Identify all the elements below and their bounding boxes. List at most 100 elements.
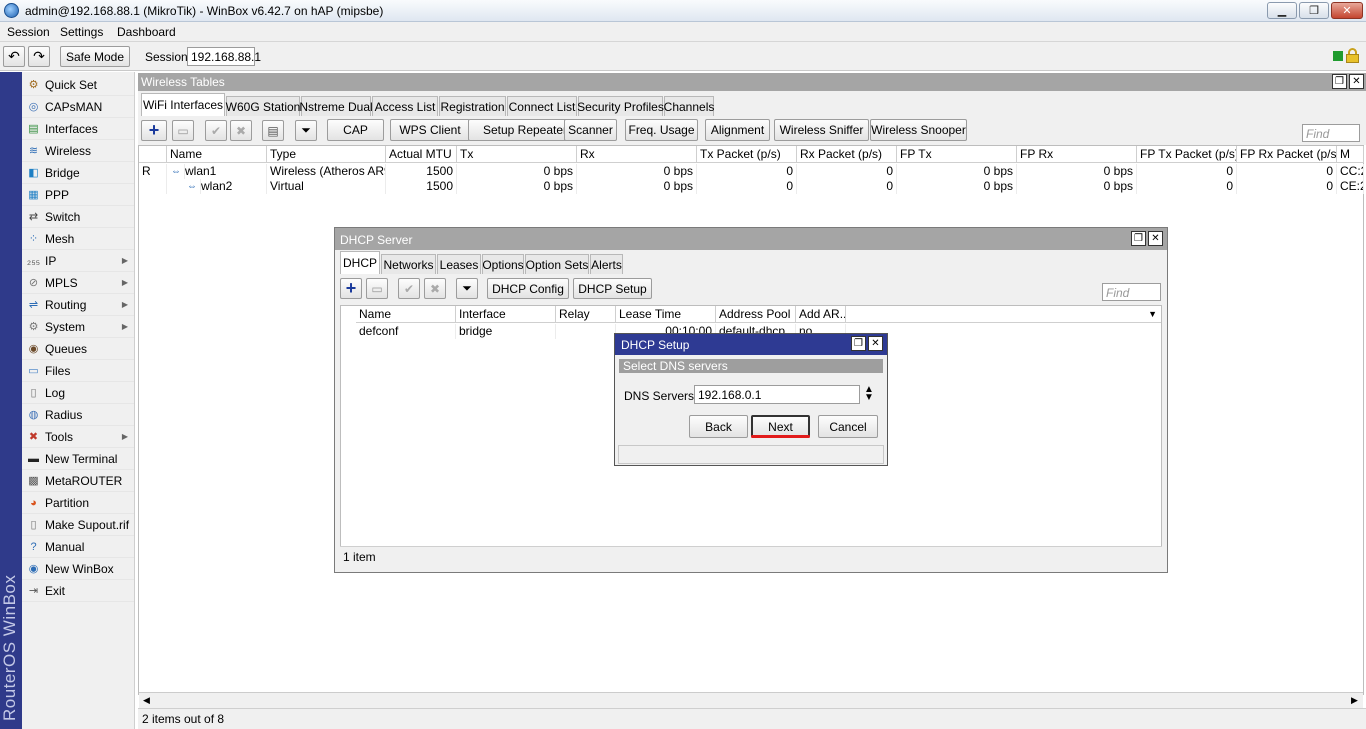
- dhcp-column-add-ar-[interactable]: Add AR...: [796, 306, 846, 323]
- column-header-flag[interactable]: [139, 146, 167, 163]
- column-header-fp-tx[interactable]: FP Tx: [897, 146, 1017, 163]
- back-button[interactable]: Back: [689, 415, 748, 438]
- alignment-button[interactable]: Alignment: [705, 119, 770, 141]
- table-cell[interactable]: defconf: [356, 324, 456, 339]
- scroll-left-icon[interactable]: ◀: [143, 695, 150, 706]
- sidebar-item-partition[interactable]: ◕ Partition: [22, 492, 134, 514]
- dhcp-tab-dhcp[interactable]: DHCP: [340, 251, 380, 274]
- column-header-name[interactable]: Name: [167, 146, 267, 163]
- scanner-button[interactable]: Scanner: [564, 119, 617, 141]
- column-header-rx[interactable]: Rx: [577, 146, 697, 163]
- dhcp-maximize-icon[interactable]: ❐: [1131, 231, 1146, 246]
- dhcp-add-icon[interactable]: +: [340, 278, 362, 299]
- column-header-type[interactable]: Type: [267, 146, 386, 163]
- wps-client-button[interactable]: WPS Client: [390, 119, 470, 141]
- column-header-rx-packet-p-s-[interactable]: Rx Packet (p/s): [797, 146, 897, 163]
- dhcp-tab-option-sets[interactable]: Option Sets: [525, 254, 589, 274]
- sidebar-item-system[interactable]: ⚙ System ▶: [22, 316, 134, 338]
- menu-dashboard[interactable]: Dashboard: [117, 25, 176, 39]
- column-header-fp-rx-packet-p-s-[interactable]: FP Rx Packet (p/s): [1237, 146, 1337, 163]
- sidebar-item-tools[interactable]: ✖ Tools ▶: [22, 426, 134, 448]
- sidebar-item-metarouter[interactable]: ▩ MetaROUTER: [22, 470, 134, 492]
- sidebar-item-radius[interactable]: ◍ Radius: [22, 404, 134, 426]
- sidebar-item-bridge[interactable]: ◧ Bridge: [22, 162, 134, 184]
- dhcp-tab-networks[interactable]: Networks: [381, 254, 436, 274]
- dhcp-column-lease-time[interactable]: Lease Time: [616, 306, 716, 323]
- cap-button[interactable]: CAP: [327, 119, 384, 141]
- dhcp-find-input[interactable]: Find: [1102, 283, 1161, 301]
- close-button[interactable]: ✕: [1331, 2, 1363, 19]
- tab-connect-list[interactable]: Connect List: [507, 96, 577, 116]
- column-header-actual-mtu[interactable]: Actual MTU: [386, 146, 457, 163]
- remove-icon[interactable]: ▭: [172, 120, 194, 141]
- dhcp-remove-icon[interactable]: ▭: [366, 278, 388, 299]
- dhcp-setup-button[interactable]: DHCP Setup: [573, 278, 652, 299]
- sidebar-item-mesh[interactable]: ⁘ Mesh: [22, 228, 134, 250]
- safe-mode-button[interactable]: Safe Mode: [60, 46, 130, 67]
- dhcp-column-address-pool[interactable]: Address Pool: [716, 306, 796, 323]
- setup-close-icon[interactable]: ✕: [868, 336, 883, 351]
- dhcp-enable-icon[interactable]: ✔: [398, 278, 420, 299]
- dns-updown-icon[interactable]: ▲ ▼: [864, 385, 874, 403]
- filter-icon[interactable]: ⏷: [295, 120, 317, 141]
- sidebar-item-new-winbox[interactable]: ◉ New WinBox: [22, 558, 134, 580]
- tab-channels[interactable]: Channels: [664, 96, 714, 116]
- dhcp-tab-options[interactable]: Options: [482, 254, 524, 274]
- wireless-maximize-icon[interactable]: ❐: [1332, 74, 1347, 89]
- sidebar-item-routing[interactable]: ⇌ Routing ▶: [22, 294, 134, 316]
- column-header-fp-tx-packet-p-s-[interactable]: FP Tx Packet (p/s): [1137, 146, 1237, 163]
- sidebar-item-ppp[interactable]: ▦ PPP: [22, 184, 134, 206]
- sidebar-item-exit[interactable]: ⇥ Exit: [22, 580, 134, 602]
- sidebar-item-log[interactable]: ▯ Log: [22, 382, 134, 404]
- scroll-right-icon[interactable]: ▶: [1351, 695, 1358, 706]
- maximize-button[interactable]: ❐: [1299, 2, 1329, 19]
- wireless-close-icon[interactable]: ✕: [1349, 74, 1364, 89]
- dhcp-tab-alerts[interactable]: Alerts: [590, 254, 623, 274]
- sidebar-item-new-terminal[interactable]: ▬ New Terminal: [22, 448, 134, 470]
- column-header-m[interactable]: M: [1337, 146, 1364, 163]
- freq-usage-button[interactable]: Freq. Usage: [625, 119, 698, 141]
- dhcp-column-interface[interactable]: Interface: [456, 306, 556, 323]
- column-header-tx-packet-p-s-[interactable]: Tx Packet (p/s): [697, 146, 797, 163]
- menu-session[interactable]: Session: [7, 25, 50, 39]
- dhcp-tab-leases[interactable]: Leases: [437, 254, 481, 274]
- sidebar-item-wireless[interactable]: ≋ Wireless: [22, 140, 134, 162]
- sidebar-item-quick-set[interactable]: ⚙ Quick Set: [22, 74, 134, 96]
- column-menu-icon[interactable]: ▼: [846, 306, 1161, 323]
- add-icon[interactable]: +: [141, 120, 167, 141]
- table-cell[interactable]: wlan2: [167, 179, 267, 194]
- disable-icon[interactable]: ✖: [230, 120, 252, 141]
- dns-servers-input[interactable]: 192.168.0.1: [694, 385, 860, 404]
- dhcp-close-icon[interactable]: ✕: [1148, 231, 1163, 246]
- sidebar-item-make-supout-rif[interactable]: ▯ Make Supout.rif: [22, 514, 134, 536]
- sidebar-item-ip[interactable]: ₂₅₅ IP ▶: [22, 250, 134, 272]
- tab-access-list[interactable]: Access List: [372, 96, 438, 116]
- comment-icon[interactable]: ▤: [262, 120, 284, 141]
- menu-settings[interactable]: Settings: [60, 25, 103, 39]
- tab-security-profiles[interactable]: Security Profiles: [577, 96, 664, 116]
- column-header-tx[interactable]: Tx: [457, 146, 577, 163]
- horizontal-scrollbar[interactable]: ◀ ▶: [139, 692, 1363, 708]
- dhcp-column-name[interactable]: Name: [356, 306, 456, 323]
- wireless-sniffer-button[interactable]: Wireless Sniffer: [774, 119, 869, 141]
- redo-button[interactable]: ↷: [28, 46, 50, 67]
- sidebar-item-queues[interactable]: ◉ Queues: [22, 338, 134, 360]
- sidebar-item-switch[interactable]: ⇄ Switch: [22, 206, 134, 228]
- sidebar-item-files[interactable]: ▭ Files: [22, 360, 134, 382]
- dhcp-config-button[interactable]: DHCP Config: [487, 278, 569, 299]
- dhcp-column-relay[interactable]: Relay: [556, 306, 616, 323]
- enable-icon[interactable]: ✔: [205, 120, 227, 141]
- sidebar-item-capsman[interactable]: ◎ CAPsMAN: [22, 96, 134, 118]
- cancel-button[interactable]: Cancel: [818, 415, 878, 438]
- minimize-button[interactable]: ▁: [1267, 2, 1297, 19]
- tab-w60g-station[interactable]: W60G Station: [226, 96, 300, 116]
- sidebar-item-interfaces[interactable]: ▤ Interfaces: [22, 118, 134, 140]
- dhcp-filter-icon[interactable]: ⏷: [456, 278, 478, 299]
- sidebar-item-manual[interactable]: ? Manual: [22, 536, 134, 558]
- session-field[interactable]: 192.168.88.1: [187, 47, 261, 66]
- setup-maximize-icon[interactable]: ❐: [851, 336, 866, 351]
- wireless-snooper-button[interactable]: Wireless Snooper: [870, 119, 967, 141]
- column-header-fp-rx[interactable]: FP Rx: [1017, 146, 1137, 163]
- dhcp-disable-icon[interactable]: ✖: [424, 278, 446, 299]
- sidebar-item-mpls[interactable]: ⊘ MPLS ▶: [22, 272, 134, 294]
